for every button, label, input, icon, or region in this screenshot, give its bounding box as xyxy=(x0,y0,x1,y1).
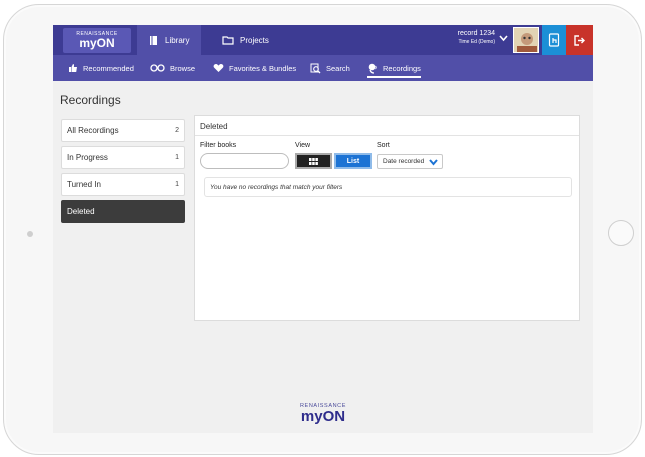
chevron-down-icon[interactable] xyxy=(499,35,508,42)
tablet-touch-icon xyxy=(548,33,560,47)
sidebar-item-count: 2 xyxy=(175,127,179,134)
sidebar-item-all-recordings[interactable]: All Recordings 2 xyxy=(61,119,185,142)
sub-navigation: Recommended Browse Favorites & Bundles S… xyxy=(53,55,593,81)
user-name: record 1234 xyxy=(457,30,495,37)
grid-view-button[interactable] xyxy=(295,153,332,169)
sidebar-item-label: All Recordings xyxy=(67,126,119,135)
book-icon xyxy=(150,35,157,45)
logo-myon-text: myON xyxy=(79,36,115,50)
glasses-icon xyxy=(150,64,165,72)
list-view-button[interactable]: List xyxy=(334,153,372,169)
home-button[interactable] xyxy=(608,220,634,246)
myon-logo[interactable]: RENAISSANCE myON xyxy=(63,28,131,53)
avatar[interactable] xyxy=(513,27,539,53)
nav-browse[interactable]: Browse xyxy=(150,55,195,81)
tab-library-label: Library xyxy=(165,35,190,45)
sidebar-item-deleted[interactable]: Deleted xyxy=(61,200,185,223)
tablet-mode-button[interactable] xyxy=(542,25,566,55)
tab-projects-label: Projects xyxy=(240,35,269,45)
nav-recommended[interactable]: Recommended xyxy=(68,55,134,81)
footer-logo: RENAISSANCE myON xyxy=(262,403,384,433)
sidebar-item-label: Deleted xyxy=(67,207,95,216)
sidebar-item-count: 1 xyxy=(175,181,179,188)
top-bar: RENAISSANCE myON Library Projects record… xyxy=(53,25,593,55)
nav-search[interactable]: Search xyxy=(310,55,350,81)
avatar-image-icon xyxy=(514,28,538,52)
logout-icon xyxy=(573,34,585,46)
nav-recommended-label: Recommended xyxy=(83,63,134,73)
view-label: View xyxy=(295,142,311,149)
empty-state-message: You have no recordings that match your f… xyxy=(204,177,572,197)
chevron-down-icon xyxy=(429,159,438,166)
sort-label: Sort xyxy=(377,142,390,149)
heart-icon xyxy=(213,64,224,72)
nav-favorites-bundles[interactable]: Favorites & Bundles xyxy=(213,55,296,81)
filter-label: Filter books xyxy=(200,142,237,149)
nav-browse-label: Browse xyxy=(170,63,196,73)
filter-books-input[interactable] xyxy=(200,153,289,169)
user-subtitle: Time Ed (Demo) xyxy=(458,39,496,45)
nav-search-label: Search xyxy=(326,63,350,73)
footer-myon-text: myON xyxy=(300,408,346,425)
sidebar-item-in-progress[interactable]: In Progress 1 xyxy=(61,146,185,169)
search-icon xyxy=(310,63,321,73)
logout-button[interactable] xyxy=(566,25,593,55)
user-info[interactable]: record 1234 Time Ed (Demo) xyxy=(458,30,495,45)
sidebar-item-turned-in[interactable]: Turned In 1 xyxy=(61,173,185,196)
sidebar-item-label: Turned In xyxy=(67,180,101,189)
tab-library[interactable]: Library xyxy=(137,25,202,55)
tab-projects[interactable]: Projects xyxy=(210,25,281,55)
microphone-icon xyxy=(368,63,377,74)
grid-icon xyxy=(309,157,318,165)
page-title: Recordings xyxy=(60,93,121,107)
app-screen: RENAISSANCE myON Library Projects record… xyxy=(53,25,593,433)
sidebar-item-label: In Progress xyxy=(67,153,108,162)
thumbs-up-icon xyxy=(69,64,77,72)
sidebar-item-count: 1 xyxy=(175,154,179,161)
sort-value: Date recorded xyxy=(383,158,425,165)
folder-icon xyxy=(222,36,234,45)
nav-recordings-label: Recordings xyxy=(383,63,421,73)
nav-favorites-label: Favorites & Bundles xyxy=(229,63,297,73)
panel-title: Deleted xyxy=(195,116,579,136)
sort-select[interactable]: Date recorded xyxy=(377,154,443,169)
camera-dot xyxy=(27,231,33,237)
nav-recordings[interactable]: Recordings xyxy=(367,55,421,81)
recordings-panel: Deleted Filter books View List Sort Date… xyxy=(194,115,580,321)
